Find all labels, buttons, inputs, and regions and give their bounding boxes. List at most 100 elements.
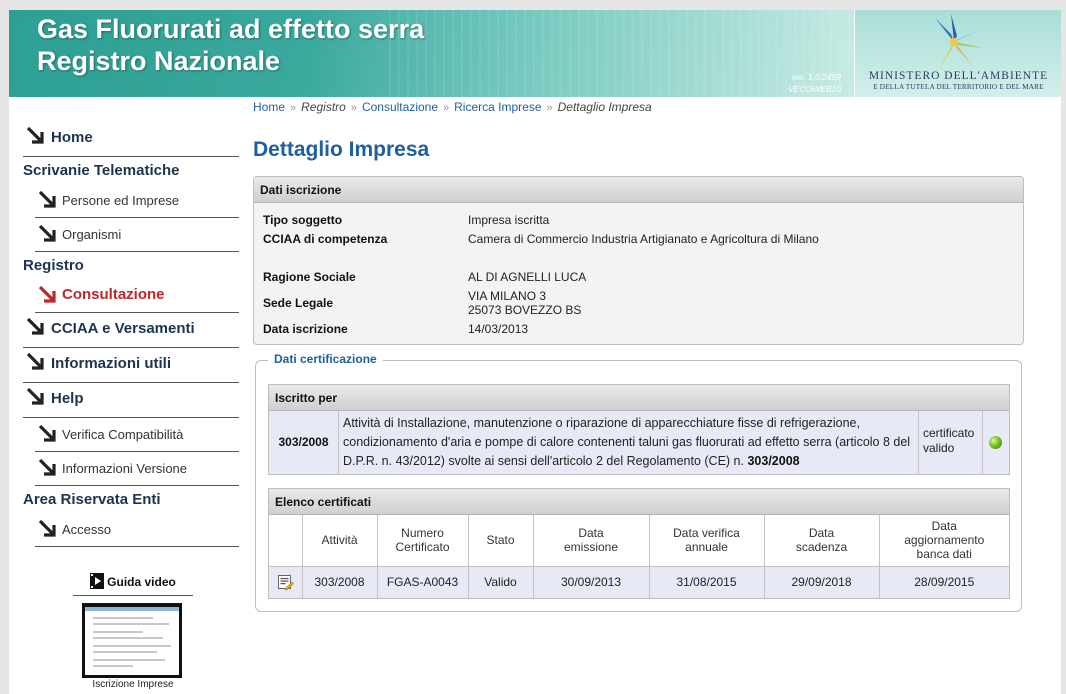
document-edit-icon[interactable] — [277, 574, 294, 591]
sede-legale-line1: VIA MILANO 3 — [468, 289, 547, 303]
ministry-logo-area[interactable]: MINISTERO DELL'AMBIENTE E DELLA TUTELA D… — [854, 10, 1061, 97]
elenco-certificati-box: Elenco certificati Attività Numero Certif… — [268, 488, 1010, 599]
ragione-sociale-label: Ragione Sociale — [263, 270, 356, 284]
sidebar-item-label: Help — [51, 390, 84, 407]
arrow-down-right-icon — [26, 317, 44, 335]
sidebar-item-label: Informazioni Versione — [62, 461, 188, 476]
tipo-soggetto-label: Tipo soggetto — [263, 213, 343, 227]
column-header-label: scadenza — [795, 540, 848, 555]
column-header-emissione: Data emissione — [533, 515, 650, 567]
table-cell-attivita: 303/2008 — [302, 566, 378, 598]
thumbnail-line — [93, 659, 165, 661]
sidebar-heading-scrivanie: Scrivanie Telematiche — [23, 162, 180, 179]
tipo-soggetto-value: Impresa iscritta — [468, 213, 550, 227]
table-cell-icon — [269, 566, 303, 598]
column-header-label: Data — [578, 526, 604, 541]
breadcrumb-home[interactable]: Home — [253, 100, 285, 114]
iscritto-stato-line2: valido — [923, 441, 955, 455]
breadcrumb-ricerca-imprese[interactable]: Ricerca Imprese — [454, 100, 541, 114]
sidebar-item-consultazione[interactable]: Consultazione — [35, 279, 239, 313]
thumbnail-line — [93, 651, 157, 653]
sidebar-item-help[interactable]: Help — [23, 383, 239, 418]
column-header-icon — [269, 515, 303, 567]
arrow-down-right-icon — [38, 458, 56, 476]
dati-certificazione-legend: Dati certificazione — [268, 352, 383, 366]
thumbnail-line — [93, 617, 153, 619]
version-label: ver. 1.0.2459 — [791, 72, 841, 82]
sidebar-item-persone-imprese[interactable]: Persone ed Imprese — [35, 184, 239, 218]
breadcrumb-current: Dettaglio Impresa — [557, 100, 652, 114]
breadcrumb-separator-icon: » — [290, 102, 297, 114]
column-header-label: aggiornamento — [904, 533, 985, 548]
sidebar-item-label: Home — [51, 129, 93, 146]
video-guide: Guida video Iscrizione Imprese — [73, 573, 193, 690]
table-cell-numero: FGAS-A0043 — [377, 566, 469, 598]
site-title-line1: Gas Fluorurati ad effetto serra — [37, 14, 425, 44]
column-header-aggiornamento: Data aggiornamento banca dati — [879, 515, 1009, 567]
sidebar-nav: Home Scrivanie Telematiche Persone ed Im… — [23, 122, 239, 547]
table-cell-emissione: 30/09/2013 — [533, 566, 650, 598]
elenco-certificati-heading: Elenco certificati — [269, 489, 1009, 515]
server-label: VECOWEB10 — [788, 84, 841, 94]
ministry-star-logo-icon — [929, 14, 983, 70]
dati-iscrizione-heading: Dati iscrizione — [254, 177, 1023, 203]
video-guide-link[interactable]: Guida video — [73, 573, 193, 596]
site-banner: Gas Fluorurati ad effetto serra Registro… — [9, 10, 1061, 97]
sidebar-item-label: Informazioni utili — [51, 355, 171, 372]
ragione-sociale-value: AL DI AGNELLI LUCA — [468, 270, 587, 284]
column-header-label: Certificato — [395, 540, 450, 555]
column-header-label: annuale — [685, 540, 728, 555]
sidebar-item-verifica-compatibilita[interactable]: Verifica Compatibilità — [35, 418, 239, 452]
breadcrumb-separator-icon: » — [443, 102, 450, 114]
arrow-down-right-icon — [26, 352, 44, 370]
dati-certificazione-fieldset: Dati certificazione Iscritto per 303/200… — [255, 352, 1022, 612]
arrow-down-right-icon — [26, 126, 44, 144]
sidebar-item-informazioni-utili[interactable]: Informazioni utili — [23, 348, 239, 383]
status-ok-icon — [989, 436, 1002, 449]
column-header-stato: Stato — [468, 515, 534, 567]
cciaa-value: Camera di Commercio Industria Artigianat… — [468, 232, 819, 246]
column-header-label: Data verifica — [673, 526, 740, 541]
iscritto-per-row: 303/2008 Attività di Installazione, manu… — [269, 411, 1009, 474]
breadcrumb-separator-icon: » — [546, 102, 553, 114]
arrow-down-right-icon — [38, 285, 56, 303]
cciaa-label: CCIAA di competenza — [263, 232, 388, 246]
thumbnail-line — [93, 637, 163, 639]
page: Gas Fluorurati ad effetto serra Registro… — [9, 10, 1061, 694]
sidebar-item-informazioni-versione[interactable]: Informazioni Versione — [35, 452, 239, 486]
sidebar-item-home[interactable]: Home — [23, 122, 239, 157]
sidebar-item-label: Persone ed Imprese — [62, 193, 180, 208]
video-caption: Iscrizione Imprese — [92, 679, 174, 690]
dati-iscrizione-panel: Dati iscrizione Tipo soggetto Impresa is… — [253, 176, 1024, 345]
sede-legale-line2: 25073 BOVEZZO BS — [468, 303, 582, 317]
sidebar-item-label: Consultazione — [62, 286, 165, 303]
column-header-attivita: Attività — [302, 515, 378, 567]
video-guide-title: Guida video — [107, 575, 176, 589]
column-header-label: banca dati — [916, 547, 972, 562]
thumbnail-line — [93, 623, 169, 625]
sidebar-item-accesso[interactable]: Accesso — [35, 513, 239, 547]
breadcrumb-consultazione[interactable]: Consultazione — [362, 100, 438, 114]
sidebar-item-cciaa-versamenti[interactable]: CCIAA e Versamenti — [23, 313, 239, 348]
arrow-down-right-icon — [38, 190, 56, 208]
table-row: 303/2008 FGAS-A0043 Valido 30/09/2013 31… — [269, 566, 1009, 598]
thumbnail-line — [93, 631, 143, 633]
column-header-label: Data — [931, 519, 957, 534]
column-header-label: emissione — [563, 540, 619, 555]
thumbnail-line — [93, 665, 133, 667]
video-play-icon — [90, 573, 105, 589]
sidebar-item-organismi[interactable]: Organismi — [35, 218, 239, 252]
iscritto-stato-cell: certificato valido — [919, 411, 983, 474]
site-title-line2: Registro Nazionale — [37, 46, 281, 76]
sede-legale-label: Sede Legale — [263, 296, 334, 310]
iscritto-per-heading: Iscritto per — [269, 385, 1009, 411]
video-thumbnail[interactable] — [82, 603, 182, 678]
iscritto-regolamento: 303/2008 — [747, 454, 800, 468]
breadcrumb-separator-icon: » — [350, 102, 357, 114]
sidebar-heading-registro: Registro — [23, 257, 84, 274]
table-cell-aggiornamento: 28/09/2015 — [879, 566, 1009, 598]
column-header-scadenza: Data scadenza — [764, 515, 880, 567]
iscritto-numero: 303/2008 — [269, 411, 339, 474]
column-header-label: Stato — [486, 533, 515, 548]
breadcrumb-registro: Registro — [301, 100, 346, 114]
